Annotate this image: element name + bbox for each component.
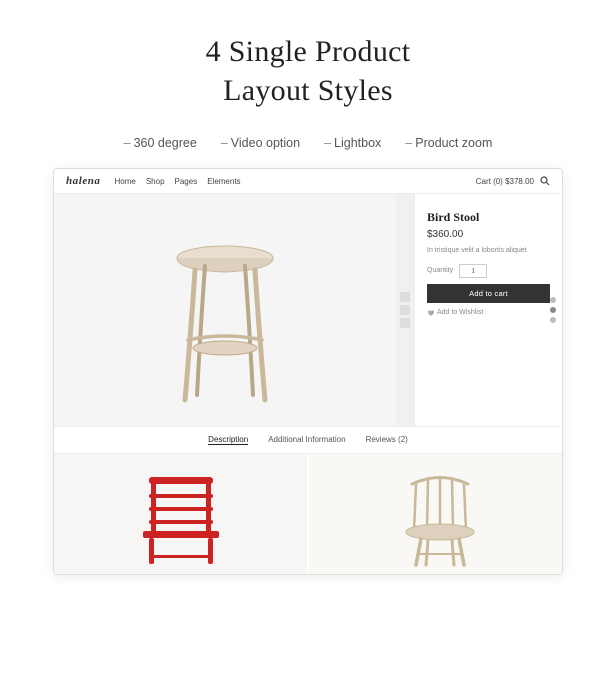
scroll-indicators bbox=[550, 297, 556, 323]
feature-video: – Video option bbox=[221, 136, 300, 150]
header-section: 4 Single Product Layout Styles bbox=[186, 0, 431, 126]
scroll-dot-1 bbox=[550, 297, 556, 303]
product-area: Bird Stool $360.00 In tristique velit a … bbox=[54, 194, 562, 426]
feature-lightbox: – Lightbox bbox=[324, 136, 381, 150]
page-title: 4 Single Product Layout Styles bbox=[206, 32, 411, 110]
quantity-input[interactable]: 1 bbox=[459, 264, 487, 278]
thumb-3[interactable] bbox=[400, 318, 410, 328]
search-icon[interactable] bbox=[540, 176, 550, 186]
product-tabs: Description Additional Information Revie… bbox=[54, 426, 562, 574]
scroll-dot-2 bbox=[550, 307, 556, 313]
red-chair-svg bbox=[121, 459, 241, 569]
site-navbar: halena Home Shop Pages Elements Cart (0)… bbox=[54, 169, 562, 194]
thumbnail-strip bbox=[396, 194, 414, 426]
nav-shop[interactable]: Shop bbox=[146, 177, 165, 186]
thumb-2[interactable] bbox=[400, 305, 410, 315]
feature-360: – 360 degree bbox=[124, 136, 197, 150]
tab-description[interactable]: Description bbox=[208, 435, 248, 445]
nav-pages[interactable]: Pages bbox=[175, 177, 198, 186]
quantity-label: Quantity bbox=[427, 267, 453, 274]
cart-text: Cart (0) $378.00 bbox=[476, 177, 534, 186]
quantity-row: Quantity 1 bbox=[427, 264, 550, 278]
nav-links: Home Shop Pages Elements bbox=[114, 177, 240, 186]
nav-elements[interactable]: Elements bbox=[207, 177, 240, 186]
product-info: Bird Stool $360.00 In tristique velit a … bbox=[414, 194, 562, 426]
site-logo: halena bbox=[66, 175, 100, 187]
cart-area[interactable]: Cart (0) $378.00 bbox=[476, 176, 550, 186]
browser-mockup: halena Home Shop Pages Elements Cart (0)… bbox=[53, 168, 563, 575]
add-to-cart-button[interactable]: Add to cart bbox=[427, 284, 550, 303]
stool-image bbox=[155, 210, 295, 410]
tab-reviews[interactable]: Reviews (2) bbox=[366, 435, 408, 445]
features-row: – 360 degree – Video option – Lightbox –… bbox=[124, 126, 493, 168]
gallery-item-red-chair bbox=[54, 454, 307, 574]
heart-icon bbox=[427, 309, 435, 317]
scroll-dot-3 bbox=[550, 317, 556, 323]
product-area-wrapper: Bird Stool $360.00 In tristique velit a … bbox=[54, 194, 562, 426]
product-image-area bbox=[54, 194, 396, 426]
product-description: In tristique velit a lobortis aliquet bbox=[427, 246, 550, 256]
product-price: $360.00 bbox=[427, 229, 550, 240]
nav-home[interactable]: Home bbox=[114, 177, 135, 186]
beige-chair-svg bbox=[376, 459, 496, 569]
product-name: Bird Stool bbox=[427, 210, 550, 225]
tab-additional-info[interactable]: Additional Information bbox=[268, 435, 345, 445]
gallery-row bbox=[54, 454, 562, 574]
wishlist-link[interactable]: Add to Wishlist bbox=[427, 309, 550, 317]
gallery-item-beige-chair bbox=[309, 454, 562, 574]
tabs-header: Description Additional Information Revie… bbox=[54, 427, 562, 454]
feature-zoom: – Product zoom bbox=[405, 136, 492, 150]
thumb-1[interactable] bbox=[400, 292, 410, 302]
